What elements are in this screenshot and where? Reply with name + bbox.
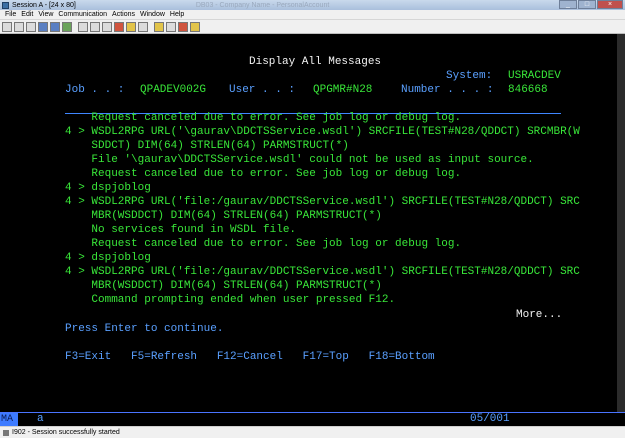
- window-controls: _ □ ×: [558, 0, 623, 10]
- menu-help[interactable]: Help: [170, 11, 184, 18]
- faded-window-title: DB03 - Company Name - PersonalAccount: [195, 1, 330, 9]
- message-line[interactable]: MBR(WSDDCT) DIM(64) STRLEN(64) PARMSTRUC…: [65, 209, 381, 223]
- oia-indicator: a: [37, 413, 44, 425]
- user-value: QPGMR#N28: [313, 84, 373, 96]
- job-value: QPADEV002G: [140, 84, 207, 96]
- number-value: 846668: [508, 84, 548, 96]
- message-line[interactable]: SDDCT) DIM(64) STRLEN(64) PARMSTRUCT(*): [65, 139, 348, 153]
- stop-icon[interactable]: [138, 21, 148, 32]
- menu-edit[interactable]: Edit: [21, 11, 33, 18]
- paste-icon[interactable]: [26, 21, 36, 32]
- status-bar: I902 - Session successfully started: [0, 426, 625, 438]
- menu-bar: File Edit View Communication Actions Win…: [0, 10, 625, 20]
- window-title: Session A - [24 x 80]: [12, 1, 76, 9]
- system-label: System:: [446, 70, 493, 82]
- message-line[interactable]: MBR(WSDDCT) DIM(64) STRLEN(64) PARMSTRUC…: [65, 279, 381, 293]
- more-indicator: More...: [516, 309, 563, 321]
- help-icon[interactable]: [190, 21, 200, 32]
- status-message: I902 - Session successfully started: [12, 429, 120, 436]
- title-bar: Session A - [24 x 80] DB03 - Company Nam…: [0, 0, 625, 10]
- keyboard-icon[interactable]: [90, 21, 100, 32]
- minimize-icon[interactable]: _: [559, 0, 577, 9]
- receive-icon[interactable]: [50, 21, 60, 32]
- status-icon: [3, 429, 9, 436]
- color-icon[interactable]: [78, 21, 88, 32]
- play-icon[interactable]: [126, 21, 136, 32]
- support-icon[interactable]: [166, 21, 176, 32]
- menu-file[interactable]: File: [5, 11, 16, 18]
- maximize-icon[interactable]: □: [578, 0, 596, 9]
- mouse-icon[interactable]: [102, 21, 112, 32]
- message-line[interactable]: 4 > dspjoblog: [65, 251, 151, 265]
- menu-window[interactable]: Window: [140, 11, 165, 18]
- display-icon[interactable]: [62, 21, 72, 32]
- message-line[interactable]: File '\gaurav\DDCTSService.wsdl' could n…: [65, 153, 533, 167]
- menu-communication[interactable]: Communication: [58, 11, 107, 18]
- print-icon[interactable]: [2, 21, 12, 32]
- menu-view[interactable]: View: [38, 11, 53, 18]
- message-line[interactable]: No services found in WSDL file.: [65, 223, 296, 237]
- index-icon[interactable]: [178, 21, 188, 32]
- session-app-icon[interactable]: [2, 1, 9, 9]
- message-line[interactable]: Request canceled due to error. See job l…: [65, 237, 461, 251]
- copy-icon[interactable]: [14, 21, 24, 32]
- message-line[interactable]: 4 > WSDL2RPG URL('\gaurav\DDCTSService.w…: [65, 125, 580, 139]
- map-icon[interactable]: [154, 21, 164, 32]
- message-line[interactable]: Request canceled due to error. See job l…: [65, 167, 461, 181]
- message-line[interactable]: Request canceled due to error. See job l…: [65, 111, 461, 125]
- record-icon[interactable]: [114, 21, 124, 32]
- message-line[interactable]: 4 > WSDL2RPG URL('file:/gaurav/DDCTSServ…: [65, 195, 580, 209]
- operator-information-area: MA a 05/001: [0, 412, 625, 426]
- message-line[interactable]: Command prompting ended when user presse…: [65, 293, 395, 307]
- job-label: Job . . :: [65, 84, 125, 96]
- user-label: User . . :: [229, 84, 296, 96]
- number-label: Number . . . :: [401, 84, 494, 96]
- menu-actions[interactable]: Actions: [112, 11, 135, 18]
- function-key-legend[interactable]: F3=Exit F5=Refresh F12=Cancel F17=Top F1…: [65, 350, 435, 364]
- oia-mode: MA: [0, 413, 18, 426]
- close-icon[interactable]: ×: [597, 0, 623, 9]
- press-enter-prompt: Press Enter to continue.: [65, 323, 224, 335]
- cursor-position: 05/001: [470, 413, 510, 425]
- toolbar: [0, 20, 625, 34]
- screen-heading: Display All Messages: [249, 56, 382, 68]
- system-value: USRACDEV: [508, 70, 561, 82]
- terminal-screen[interactable]: Display All Messages System: USRACDEV Jo…: [0, 34, 625, 412]
- message-line[interactable]: 4 > WSDL2RPG URL('file:/gaurav/DDCTSServ…: [65, 265, 580, 279]
- vertical-scrollbar[interactable]: [617, 34, 625, 412]
- message-line[interactable]: 4 > dspjoblog: [65, 181, 151, 195]
- send-icon[interactable]: [38, 21, 48, 32]
